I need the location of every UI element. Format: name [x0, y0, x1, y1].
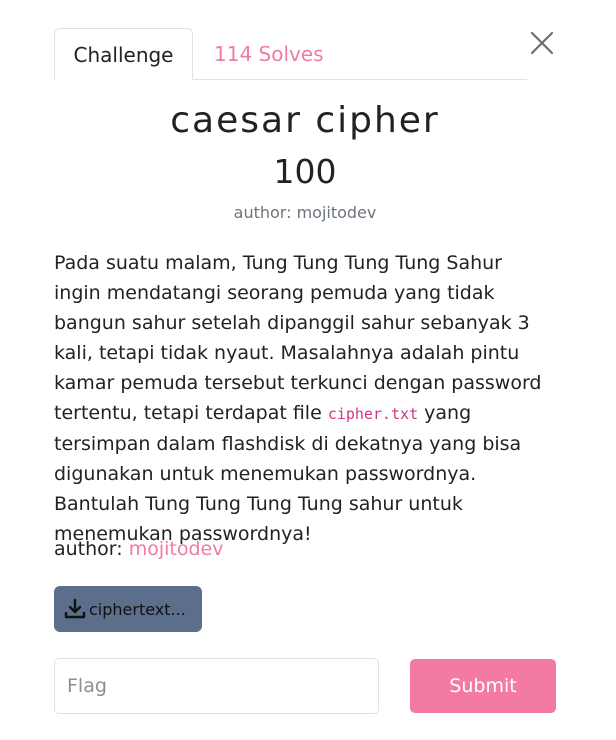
challenge-title: caesar cipher	[170, 100, 440, 141]
close-button[interactable]	[527, 28, 557, 58]
file-download-label: ciphertext...	[89, 599, 186, 619]
description-text-part1: Pada suatu malam, Tung Tung Tung Tung Sa…	[54, 252, 542, 424]
file-download-button[interactable]: ciphertext...	[54, 586, 202, 632]
challenge-value: 100	[273, 152, 337, 191]
submit-button[interactable]: Submit	[410, 659, 556, 713]
description-code-filename: cipher.txt	[327, 405, 419, 423]
tab-solves[interactable]: 114 Solves	[214, 28, 324, 79]
download-icon	[64, 598, 86, 619]
flag-input[interactable]	[54, 658, 379, 714]
author-prefix: author:	[54, 538, 129, 560]
challenge-author-subtitle: author: mojitodev	[233, 203, 377, 222]
close-icon	[530, 31, 554, 55]
author-link[interactable]: mojitodev	[129, 538, 224, 560]
challenge-tabs: Challenge 114 Solves	[54, 28, 527, 80]
tab-challenge[interactable]: Challenge	[54, 28, 193, 80]
challenge-author: author: mojitodev	[54, 538, 224, 560]
challenge-description: Pada suatu malam, Tung Tung Tung Tung Sa…	[54, 248, 554, 549]
challenge-modal: Challenge 114 Solves caesar cipher 100 a…	[0, 0, 616, 740]
